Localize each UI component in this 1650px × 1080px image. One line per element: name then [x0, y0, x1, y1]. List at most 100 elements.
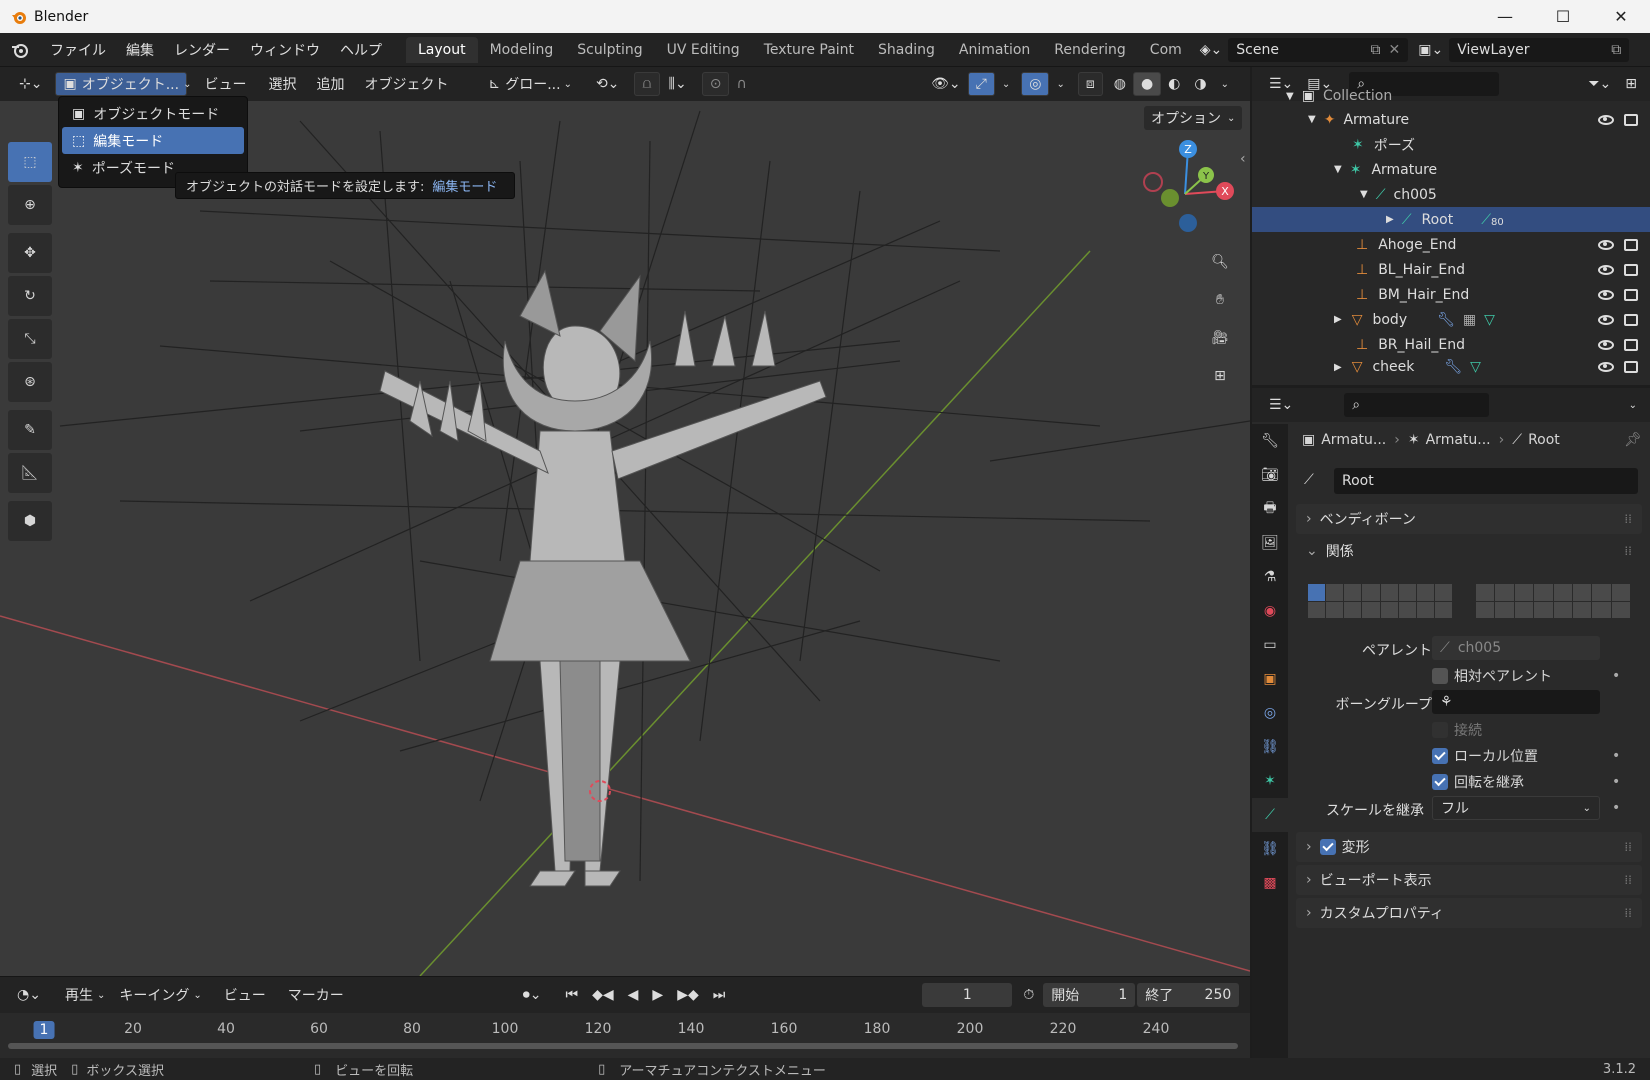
play-reverse-icon[interactable]: ◀ [621, 983, 646, 1007]
start-frame-field[interactable]: 開始 1 [1043, 983, 1136, 1007]
outliner-row-armature-object[interactable]: ▼ ✦ Armature [1252, 107, 1650, 132]
add-cube-tool-icon[interactable]: ⬢ [8, 501, 52, 541]
tab-uv-editing[interactable]: UV Editing [655, 37, 752, 63]
tab-animation[interactable]: Animation [947, 37, 1042, 63]
wireframe-shading-icon[interactable]: ◍ [1107, 72, 1133, 96]
tab-sculpting[interactable]: Sculpting [565, 37, 654, 63]
view-layer-copy-icon[interactable]: ⧉ [1611, 42, 1621, 58]
tab-texture-paint[interactable]: Texture Paint [752, 37, 866, 63]
marker-menu[interactable]: マーカー [281, 983, 351, 1007]
outliner-row-body[interactable]: ▶ ▽ body 🔧︎ ▦ ▽ [1252, 307, 1650, 332]
constraints-tab-icon[interactable]: ⛓ [1252, 730, 1288, 764]
prev-keyframe-icon[interactable]: ◆◀ [585, 983, 621, 1007]
tool-tab-icon[interactable]: 🔧︎ [1252, 424, 1288, 458]
zoom-icon[interactable]: 🔍︎ [1204, 246, 1236, 278]
play-icon[interactable]: ▶ [645, 983, 670, 1007]
menu-file[interactable]: ファイル [40, 40, 116, 60]
outliner-row-cheek[interactable]: ▶ ▽ cheek 🔧︎ ▽ [1252, 357, 1650, 377]
tab-compositing[interactable]: Com [1138, 37, 1194, 63]
timeline-view-menu[interactable]: ビュー [217, 983, 273, 1007]
inherit-rotation-check[interactable] [1432, 774, 1448, 790]
proportional-edit-icon[interactable]: ⊙ [701, 72, 730, 96]
visibility-eye-icon[interactable] [1598, 239, 1614, 250]
material-shading-icon[interactable]: ◐ [1161, 72, 1187, 96]
jump-start-icon[interactable]: ⏮ [558, 983, 585, 1007]
menu-help[interactable]: ヘルプ [330, 40, 392, 60]
options-button[interactable]: オプション ⌄ [1144, 106, 1243, 130]
timeline-scrollbar[interactable] [8, 1043, 1238, 1049]
scale-tool-icon[interactable]: ⤡ [8, 319, 52, 359]
outliner-row-bl-hair-end[interactable]: ⊥ BL_Hair_End [1252, 257, 1650, 282]
stopwatch-icon[interactable]: ⏱ [1016, 983, 1041, 1007]
menu-object[interactable]: オブジェクト [357, 72, 455, 96]
local-location-check[interactable] [1432, 748, 1448, 764]
transform-enable-check[interactable] [1319, 839, 1336, 855]
outliner-row-ahoge-end[interactable]: ⊥ Ahoge_End [1252, 232, 1650, 257]
render-camera-icon[interactable] [1624, 361, 1638, 373]
world-tab-icon[interactable]: ◉ [1252, 594, 1288, 628]
panel-relations[interactable]: ⌄ 関係 ⁞⁞ [1296, 536, 1642, 566]
outliner-row-armature-data[interactable]: ▼ ✶ Armature [1252, 157, 1650, 182]
panel-viewport-display[interactable]: › ビューポート表示 ⁞⁞ [1296, 865, 1642, 895]
render-camera-icon[interactable] [1624, 338, 1638, 351]
copy-icon[interactable]: ⧉ [1371, 42, 1381, 58]
view-layer-icon[interactable]: ▣⌄ [1418, 42, 1443, 58]
animate-dot-icon[interactable]: • [1612, 748, 1620, 764]
outliner-row-pose[interactable]: ✶ ポーズ [1252, 132, 1650, 157]
overlay-toggle-icon[interactable]: ◎ [1021, 72, 1050, 96]
object-tab-icon[interactable]: ▣ [1252, 662, 1288, 696]
menu-view[interactable]: ビュー [197, 72, 253, 96]
annotate-tool-icon[interactable]: ✎ [8, 410, 52, 450]
menu-select[interactable]: 選択 [261, 72, 303, 96]
object-mode-option[interactable]: ▣ オブジェクトモード [62, 100, 244, 127]
outliner-row-br-hail-end[interactable]: ⊥ BR_Hail_End [1252, 332, 1650, 357]
visibility-eye-icon[interactable] [1598, 264, 1614, 275]
edit-mode-option[interactable]: ⬚ 編集モード [62, 127, 244, 154]
inherit-rotation-checkbox[interactable]: 回転を継承 [1432, 772, 1524, 792]
drag-handle-icon[interactable]: ⁞⁞ [1624, 544, 1632, 558]
render-tab-icon[interactable]: 📷︎ [1252, 458, 1288, 492]
ortho-grid-icon[interactable]: ⊞ [1204, 360, 1236, 392]
snap-toggle-icon[interactable]: ⩍ [634, 72, 660, 96]
timeline-editor-type-icon[interactable]: ◔⌄ [10, 983, 48, 1007]
end-frame-field[interactable]: 終了 250 [1137, 983, 1240, 1007]
solid-shading-icon[interactable]: ● [1132, 72, 1162, 96]
relative-parent-check[interactable] [1432, 668, 1448, 684]
visibility-eye-icon[interactable] [1598, 362, 1614, 372]
animate-dot-icon[interactable]: • [1612, 800, 1620, 816]
outliner-row-collection[interactable]: ▼ ▣ Collection [1252, 89, 1650, 103]
drag-handle-icon[interactable]: ⁞⁞ [1624, 840, 1632, 854]
frame-1[interactable]: 1 [33, 1021, 55, 1039]
bone-name-input[interactable]: Root [1334, 468, 1638, 494]
3d-viewport[interactable]: Z X Y 🔍︎ ✋︎ 🎥︎ ⊞ オプション ⌄ ‹ [0, 101, 1250, 976]
tab-shading[interactable]: Shading [866, 37, 947, 63]
falloff-icon[interactable]: ∩ [729, 72, 753, 96]
parent-field[interactable]: ⟋ ch005 [1432, 636, 1600, 660]
pin-icon[interactable]: 📌︎ [1624, 432, 1642, 448]
view-layer-field[interactable]: ViewLayer ⧉ [1449, 37, 1630, 62]
bone-layers-grid-left[interactable] [1308, 584, 1452, 618]
frame-ruler[interactable]: 1 20 40 60 80 100 120 140 160 180 200 22… [0, 1015, 1250, 1045]
keying-menu[interactable]: キーイング ⌄ [112, 983, 208, 1007]
view-layer-tab-icon[interactable]: 🖼︎ [1252, 526, 1288, 560]
panel-bendy-bones[interactable]: › ベンディボーン ⁞⁞ [1296, 504, 1642, 534]
rendered-shading-icon[interactable]: ◑ [1187, 72, 1213, 96]
drag-handle-icon[interactable]: ⁞⁞ [1624, 512, 1632, 526]
render-camera-icon[interactable] [1624, 263, 1638, 276]
snap-target-icon[interactable]: ⫼⌄ [662, 72, 694, 96]
xray-toggle-icon[interactable]: ⧈ [1077, 72, 1103, 96]
measure-tool-icon[interactable]: 📐︎ [8, 453, 52, 493]
mode-selector[interactable]: ▣ オブジェクト... ⌄ [55, 72, 191, 96]
tab-layout[interactable]: Layout [406, 36, 478, 63]
rotate-tool-icon[interactable]: ↻ [8, 276, 52, 316]
menu-render[interactable]: レンダー [164, 40, 240, 60]
current-frame-field[interactable]: 1 [922, 983, 1013, 1007]
scene-selector-icon[interactable]: ◈⌄ [1200, 42, 1223, 58]
render-camera-icon[interactable] [1624, 288, 1638, 301]
overlay-chevron-icon[interactable]: ⌄ [1049, 72, 1071, 96]
animate-dot-icon[interactable]: • [1612, 668, 1620, 684]
visibility-eye-icon[interactable] [1598, 314, 1614, 325]
bone-layers-grid-right[interactable] [1476, 584, 1630, 618]
outliner-row-bm-hair-end[interactable]: ⊥ BM_Hair_End [1252, 282, 1650, 307]
connected-check[interactable] [1432, 722, 1448, 738]
